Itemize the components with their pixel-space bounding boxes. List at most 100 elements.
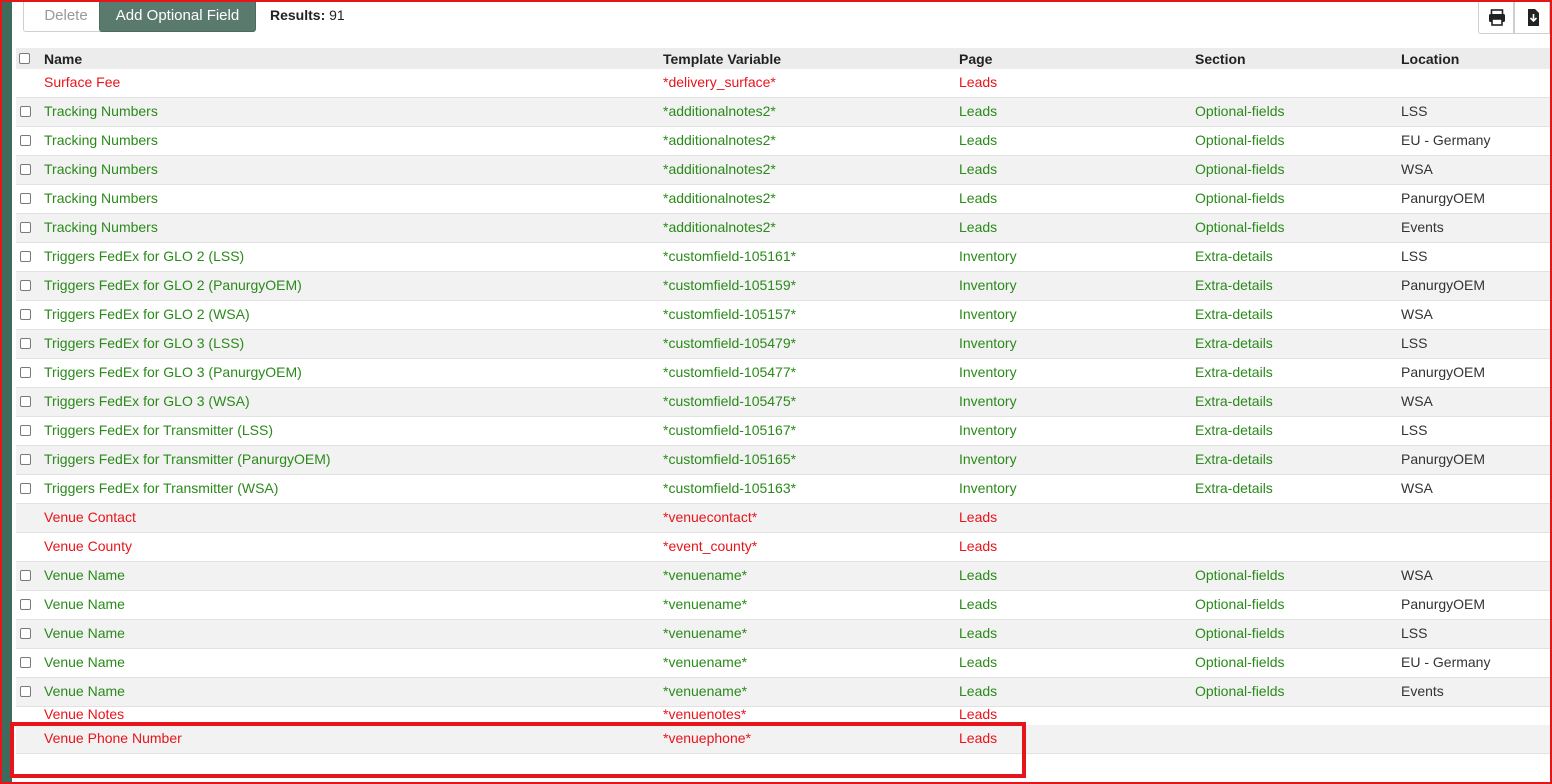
print-icon [1489, 9, 1505, 26]
cell-name[interactable]: Tracking Numbers [44, 103, 158, 119]
table-row[interactable]: Tracking Numbers *additionalnotes2* Leads O… [16, 127, 1550, 156]
row-checkbox[interactable] [20, 454, 31, 465]
add-optional-field-button[interactable]: Add Optional Field [99, 0, 256, 32]
table-row[interactable]: Triggers FedEx for GLO 2 (LSS) *customfie… [16, 243, 1550, 272]
table-row[interactable]: Triggers FedEx for GLO 3 (WSA) *customfie… [16, 388, 1550, 417]
cell-section: Optional-fields [1195, 596, 1285, 612]
cell-page: Inventory [959, 335, 1017, 351]
row-checkbox[interactable] [20, 657, 31, 668]
cell-template-variable: *event_county* [663, 538, 758, 554]
column-header-section[interactable]: Section [1195, 51, 1246, 67]
table-row[interactable]: Tracking Numbers *additionalnotes2* Leads O… [16, 98, 1550, 127]
table-row[interactable]: Venue Name *venuename* Leads Optional-field… [16, 591, 1550, 620]
row-checkbox[interactable] [20, 628, 31, 639]
row-checkbox[interactable] [20, 135, 31, 146]
row-checkbox[interactable] [20, 280, 31, 291]
table-row[interactable]: Venue Contact *venuecontact* Leads [16, 504, 1550, 533]
cell-name[interactable]: Venue Notes [44, 707, 124, 722]
cell-name[interactable]: Venue Name [44, 654, 125, 670]
cell-template-variable: *customfield-105163* [663, 480, 797, 496]
cell-section: Extra-details [1195, 422, 1273, 438]
cell-name[interactable]: Triggers FedEx for GLO 2 (PanurgyOEM) [44, 277, 302, 293]
cell-name[interactable]: Venue County [44, 538, 132, 554]
cell-section: Optional-fields [1195, 190, 1285, 206]
cell-page: Leads [959, 74, 998, 90]
cell-name[interactable]: Triggers FedEx for GLO 3 (LSS) [44, 335, 244, 351]
row-checkbox[interactable] [20, 309, 31, 320]
cell-name[interactable]: Triggers FedEx for Transmitter (LSS) [44, 422, 273, 438]
cell-name[interactable]: Tracking Numbers [44, 132, 158, 148]
column-header-location[interactable]: Location [1401, 51, 1459, 67]
cell-name[interactable]: Venue Name [44, 596, 125, 612]
table-row[interactable]: Triggers FedEx for Transmitter (LSS) *cus… [16, 417, 1550, 446]
cell-template-variable: *venuename* [663, 625, 748, 641]
cell-name[interactable]: Venue Contact [44, 509, 136, 525]
cell-section: Optional-fields [1195, 654, 1285, 670]
cell-name[interactable]: Tracking Numbers [44, 161, 158, 177]
table-row[interactable]: Venue Phone Number *venuephone* Leads [16, 725, 1550, 754]
table-row[interactable]: Tracking Numbers *additionalnotes2* Leads O… [16, 185, 1550, 214]
results-label: Results: [270, 7, 326, 23]
table-row[interactable]: Triggers FedEx for Transmitter (PanurgyO… [16, 446, 1550, 475]
cell-name[interactable]: Triggers FedEx for GLO 2 (WSA) [44, 306, 250, 322]
table-row[interactable]: Venue Name *venuename* Leads Optional-field… [16, 678, 1550, 707]
row-checkbox[interactable] [20, 483, 31, 494]
row-checkbox[interactable] [20, 367, 31, 378]
cell-name[interactable]: Venue Name [44, 683, 125, 699]
table-row[interactable]: Triggers FedEx for GLO 2 (WSA) *customfie… [16, 301, 1550, 330]
cell-name[interactable]: Venue Name [44, 625, 125, 641]
column-header-name[interactable]: Name [44, 51, 82, 67]
row-checkbox[interactable] [20, 396, 31, 407]
table-row[interactable]: Tracking Numbers *additionalnotes2* Leads O… [16, 214, 1550, 243]
table-row[interactable]: Triggers FedEx for GLO 2 (PanurgyOEM) *cu… [16, 272, 1550, 301]
cell-template-variable: *customfield-105479* [663, 335, 797, 351]
select-all-checkbox[interactable] [19, 53, 30, 64]
table-row[interactable]: Venue Notes *venuenotes* Leads [16, 707, 1550, 725]
cell-name[interactable]: Venue Name [44, 567, 125, 583]
row-checkbox[interactable] [20, 338, 31, 349]
table-row[interactable]: Surface Fee *delivery_surface* Leads [16, 69, 1550, 98]
cell-page: Leads [959, 730, 998, 746]
cell-name[interactable]: Triggers FedEx for Transmitter (PanurgyO… [44, 451, 331, 467]
cell-template-variable: *venuename* [663, 654, 748, 670]
cell-template-variable: *venuenotes* [663, 707, 747, 722]
table-row[interactable]: Venue Name *venuename* Leads Optional-field… [16, 649, 1550, 678]
column-header-template-variable[interactable]: Template Variable [663, 51, 781, 67]
export-button[interactable] [1514, 0, 1550, 34]
cell-page: Leads [959, 103, 998, 119]
table-row[interactable]: Triggers FedEx for GLO 3 (LSS) *customfie… [16, 330, 1550, 359]
cell-name[interactable]: Venue Phone Number [44, 730, 182, 746]
table-row[interactable]: Venue County *event_county* Leads [16, 533, 1550, 562]
cell-section: Extra-details [1195, 277, 1273, 293]
cell-name[interactable]: Tracking Numbers [44, 190, 158, 206]
row-checkbox[interactable] [20, 425, 31, 436]
cell-name[interactable]: Surface Fee [44, 74, 120, 90]
row-checkbox[interactable] [20, 599, 31, 610]
table-row[interactable]: Tracking Numbers *additionalnotes2* Leads O… [16, 156, 1550, 185]
table-row[interactable]: Triggers FedEx for GLO 3 (PanurgyOEM) *cu… [16, 359, 1550, 388]
cell-page: Inventory [959, 306, 1017, 322]
cell-template-variable: *customfield-105161* [663, 248, 797, 264]
cell-page: Leads [959, 509, 998, 525]
row-checkbox[interactable] [20, 251, 31, 262]
column-header-page[interactable]: Page [959, 51, 992, 67]
row-checkbox[interactable] [20, 106, 31, 117]
delete-button[interactable]: Delete [23, 0, 109, 32]
print-button[interactable] [1478, 0, 1514, 34]
table-row[interactable]: Triggers FedEx for Transmitter (WSA) *cus… [16, 475, 1550, 504]
row-checkbox[interactable] [20, 686, 31, 697]
cell-name[interactable]: Triggers FedEx for GLO 2 (LSS) [44, 248, 244, 264]
cell-section: Extra-details [1195, 480, 1273, 496]
row-checkbox[interactable] [20, 570, 31, 581]
cell-location: LSS [1401, 422, 1428, 438]
cell-name[interactable]: Tracking Numbers [44, 219, 158, 235]
cell-name[interactable]: Triggers FedEx for Transmitter (WSA) [44, 480, 278, 496]
row-checkbox[interactable] [20, 222, 31, 233]
table-row[interactable]: Venue Name *venuename* Leads Optional-field… [16, 562, 1550, 591]
cell-name[interactable]: Triggers FedEx for GLO 3 (PanurgyOEM) [44, 364, 302, 380]
cell-name[interactable]: Triggers FedEx for GLO 3 (WSA) [44, 393, 250, 409]
table-row[interactable]: Venue Name *venuename* Leads Optional-field… [16, 620, 1550, 649]
cell-location: WSA [1401, 161, 1433, 177]
row-checkbox[interactable] [20, 193, 31, 204]
row-checkbox[interactable] [20, 164, 31, 175]
